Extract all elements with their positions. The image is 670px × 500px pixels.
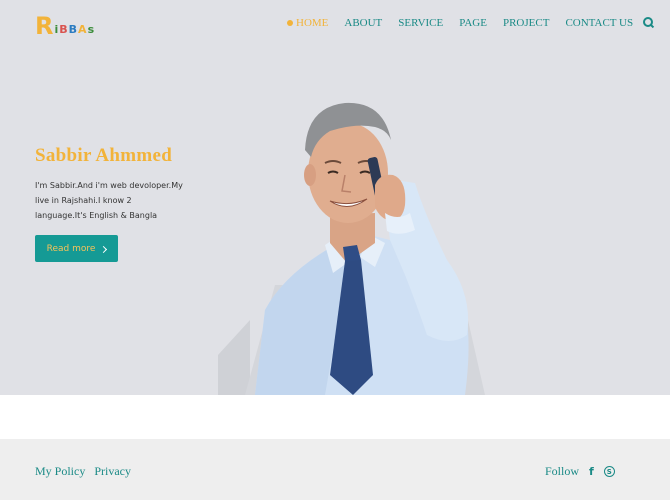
nav-item-project[interactable]: PROJECT bbox=[503, 17, 549, 29]
nav-item-page[interactable]: PAGE bbox=[459, 17, 487, 29]
logo-initial: R bbox=[35, 12, 54, 40]
footer: My Policy Privacy Follow f S bbox=[0, 439, 670, 500]
footer-link-policy[interactable]: My Policy bbox=[35, 464, 85, 479]
footer-link-privacy[interactable]: Privacy bbox=[94, 464, 131, 479]
hero-section: R iBBAs HOME ABOUT SERVICE PAGE PROJECT … bbox=[0, 0, 670, 395]
hero-title: Sabbir Ahmmed bbox=[35, 145, 173, 166]
skype-icon[interactable]: S bbox=[603, 466, 615, 477]
main-nav: HOME ABOUT SERVICE PAGE PROJECT CONTACT … bbox=[287, 17, 655, 29]
logo-wordmark: iBBAs bbox=[54, 23, 96, 36]
nav-item-about[interactable]: ABOUT bbox=[344, 17, 382, 29]
active-dot-icon bbox=[287, 20, 293, 26]
brand-logo[interactable]: R iBBAs bbox=[35, 10, 95, 38]
follow-label: Follow bbox=[545, 464, 580, 478]
hero-person-image bbox=[218, 102, 485, 395]
facebook-icon[interactable]: f bbox=[589, 465, 594, 478]
nav-item-contact[interactable]: CONTACT US bbox=[565, 17, 633, 29]
chevron-right-icon bbox=[100, 245, 108, 253]
read-more-button[interactable]: Read more bbox=[35, 235, 118, 262]
nav-item-home[interactable]: HOME bbox=[287, 17, 328, 29]
footer-links: My Policy Privacy bbox=[35, 464, 131, 479]
hero-description: I'm Sabbir.And i'm web devoloper.My live… bbox=[35, 181, 183, 220]
nav-item-service[interactable]: SERVICE bbox=[398, 17, 443, 29]
search-icon[interactable] bbox=[643, 17, 655, 29]
footer-follow: Follow f S bbox=[545, 464, 615, 479]
